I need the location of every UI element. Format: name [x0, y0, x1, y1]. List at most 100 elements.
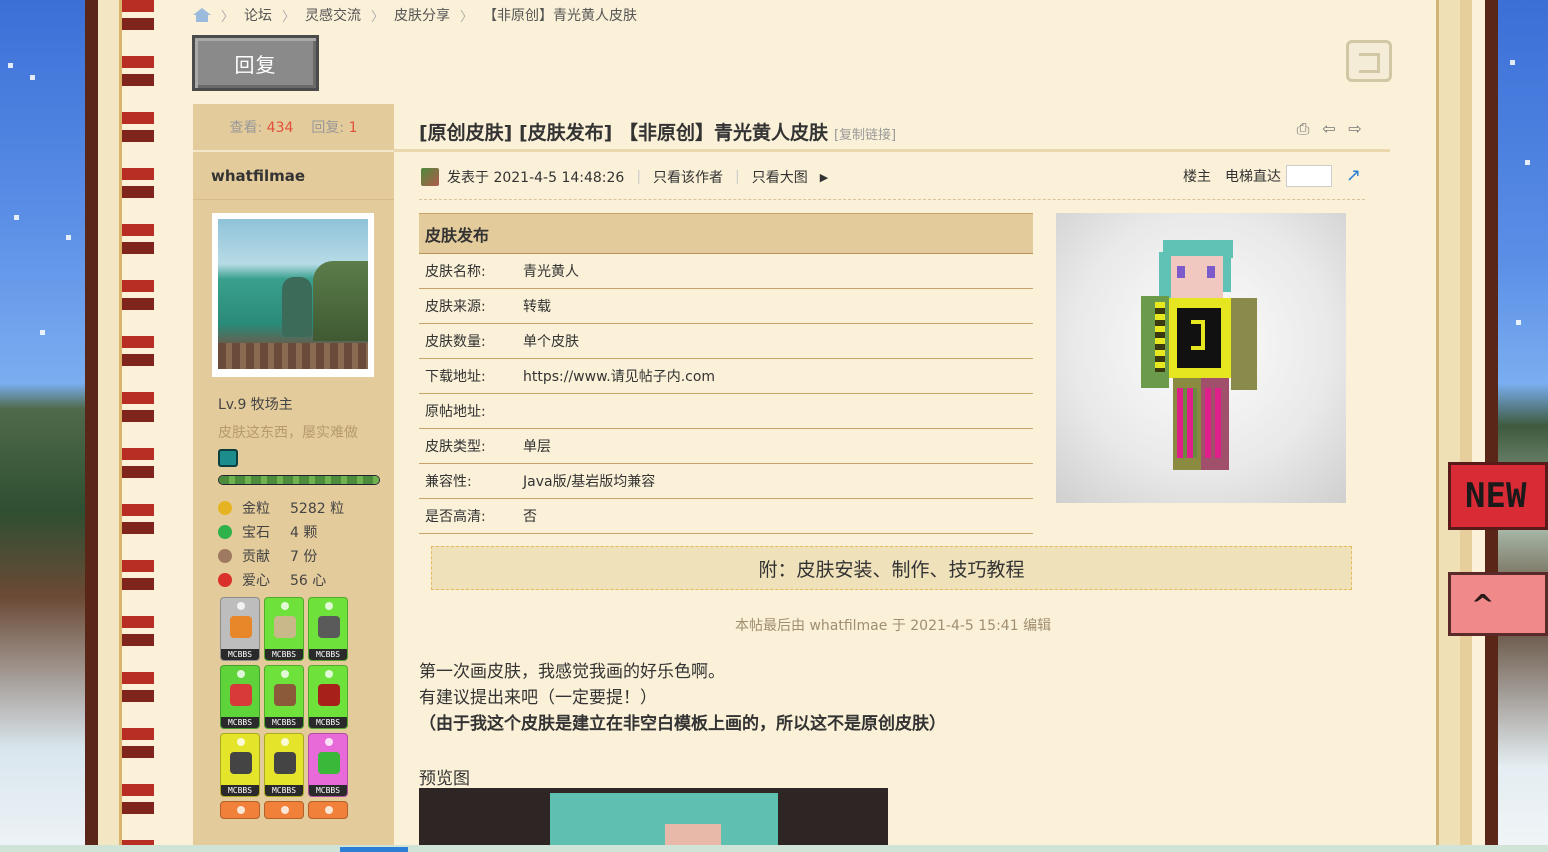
blaze-powder-medal-icon[interactable]: MCBBS — [220, 597, 260, 661]
skin-info-value: 否 — [523, 509, 537, 525]
skin-info-value[interactable]: https://www.请见帖子内.com — [523, 366, 715, 386]
right-binding — [1436, 0, 1460, 852]
online-status-icon — [421, 168, 439, 186]
iron-pickaxe-medal-icon[interactable]: MCBBS — [264, 733, 304, 797]
new-thread-button[interactable]: NEW — [1448, 462, 1548, 530]
reply-button[interactable]: 回复 — [192, 35, 319, 91]
title-toolbar: ⎙ ⇦ ⇨ — [1294, 120, 1364, 138]
book-medal-icon[interactable]: MCBBS — [264, 665, 304, 729]
user-properties: 金粒 5282 粒宝石 4 颗贡献 7 份爱心 56 心 — [218, 496, 388, 592]
skin-info-key: 皮肤数量: — [425, 334, 486, 350]
emerald-icon — [218, 525, 232, 539]
medal-tag: MCBBS — [265, 785, 303, 796]
breadcrumb-skin-share[interactable]: 皮肤分享 — [394, 5, 450, 25]
play-arrow-icon[interactable]: ▶ — [820, 171, 828, 184]
copy-link[interactable]: [复制链接] — [834, 124, 896, 143]
medal-icon[interactable] — [308, 801, 348, 819]
breadcrumb-separator: 〉 — [371, 9, 385, 25]
rank-icon — [218, 449, 238, 467]
medal-icon[interactable] — [264, 801, 304, 819]
skin-info-value: 青光黄人 — [523, 264, 579, 280]
jump-floor-input[interactable] — [1286, 165, 1332, 187]
snowflake — [1525, 160, 1530, 165]
tutorial-link[interactable]: 附：皮肤安装、制作、技巧教程 — [431, 546, 1352, 590]
user-level[interactable]: Lv.9 牧场主 — [218, 394, 293, 414]
property-label: 贡献 — [242, 549, 270, 565]
divider: | — [735, 169, 740, 185]
snowflake — [66, 235, 71, 240]
medal-icon[interactable] — [220, 801, 260, 819]
avatar[interactable] — [212, 213, 374, 377]
skin-info-key: 原帖地址: — [425, 404, 486, 420]
views-label: 查看: — [229, 120, 263, 136]
medal-tag: MCBBS — [309, 717, 347, 728]
breadcrumb-forum[interactable]: 论坛 — [244, 5, 272, 25]
property-value: 5282 粒 — [290, 501, 345, 517]
pickaxe-medal-icon[interactable]: MCBBS — [220, 733, 260, 797]
potion-medal-icon[interactable]: MCBBS — [220, 665, 260, 729]
map-medal-icon[interactable]: MCBBS — [264, 597, 304, 661]
body-line-bold: （由于我这个皮肤是建立在非空白模板上画的，所以这不是原创皮肤） — [419, 714, 946, 734]
background-left-scenery — [0, 0, 90, 852]
user-motto: 皮肤这东西，屡实难做 — [218, 425, 358, 441]
redstone-medal-icon[interactable]: MCBBS — [308, 665, 348, 729]
skin-info-key: 皮肤名称: — [425, 264, 486, 280]
medal-tag: MCBBS — [265, 649, 303, 660]
jump-to-floor-label[interactable]: 电梯直达 — [1225, 166, 1281, 186]
skin-info-row: 兼容性: Java版/基岩版均兼容 — [419, 464, 1033, 499]
home-icon[interactable] — [193, 8, 211, 22]
body-line: 第一次画皮肤，我感觉我画的好乐色啊。 — [419, 662, 725, 682]
skin-info-row: 原帖地址: — [419, 394, 1033, 429]
views-count: 434 — [266, 120, 294, 136]
scrollbar-thumb[interactable] — [340, 847, 408, 852]
floor-label: 楼主 — [1183, 169, 1211, 185]
only-images-link[interactable]: 只看大图 — [752, 167, 808, 187]
meta-divider — [419, 199, 1365, 200]
skin-render-image[interactable] — [1056, 213, 1346, 503]
skin-info-key: 皮肤类型: — [425, 439, 486, 455]
level-progress-fill — [219, 476, 379, 484]
apple-medal-icon[interactable]: MCBBS — [308, 733, 348, 797]
medal-tag: MCBBS — [265, 717, 303, 728]
breadcrumb-separator: 〉 — [282, 9, 296, 25]
skin-info-row: 皮肤数量: 单个皮肤 — [419, 324, 1033, 359]
breadcrumb-inspiration[interactable]: 灵感交流 — [305, 5, 361, 25]
post-body: 第一次画皮肤，我感觉我画的好乐色啊。 有建议提出来吧（一定要提！） （由于我这个… — [419, 659, 946, 737]
preview-image[interactable] — [419, 788, 888, 845]
property-value: 4 颗 — [290, 525, 318, 541]
skin-info-row: 是否高清: 否 — [419, 499, 1033, 534]
skin-info-row: 皮肤类型: 单层 — [419, 429, 1033, 464]
return-list-icon[interactable] — [1346, 40, 1392, 82]
edit-note: 本帖最后由 whatfilmae 于 2021-4-5 15:41 编辑 — [735, 618, 1052, 634]
snowflake — [14, 215, 19, 220]
jump-go-icon[interactable]: ↗ — [1346, 167, 1364, 185]
thread-title-text: [原创皮肤] [皮肤发布] 【非原创】青光黄人皮肤 — [419, 122, 828, 144]
medal-tag: MCBBS — [221, 785, 259, 796]
only-author-link[interactable]: 只看该作者 — [653, 167, 723, 187]
skin-info-key: 是否高清: — [425, 509, 486, 525]
snowflake — [1516, 320, 1521, 325]
medal-tag: MCBBS — [221, 717, 259, 728]
print-icon[interactable]: ⎙ — [1294, 120, 1312, 138]
breadcrumb-separator: 〉 — [221, 9, 235, 25]
skin-info-value: 单层 — [523, 439, 551, 455]
skin-info-row: 皮肤来源: 转载 — [419, 289, 1033, 324]
property-label: 金粒 — [242, 501, 270, 517]
skin-info-value: Java版/基岩版均兼容 — [523, 474, 656, 490]
thread-stats: 查看: 434 回复: 1 — [193, 104, 394, 152]
next-thread-icon[interactable]: ⇨ — [1346, 120, 1364, 138]
snowflake — [1510, 60, 1515, 65]
contribution-icon — [218, 549, 232, 563]
replies-stat: 回复: 1 — [311, 117, 357, 137]
author-username[interactable]: whatfilmae — [193, 152, 394, 200]
back-to-top-button[interactable]: ^ — [1448, 572, 1548, 636]
gold-nugget-icon — [218, 501, 232, 515]
anvil-medal-icon[interactable]: MCBBS — [308, 597, 348, 661]
left-ornament-border — [122, 0, 154, 852]
skin-info-key: 兼容性: — [425, 474, 472, 490]
prev-thread-icon[interactable]: ⇦ — [1320, 120, 1338, 138]
horizontal-scrollbar[interactable] — [0, 845, 1548, 852]
left-binding — [98, 0, 122, 852]
breadcrumb-current-thread[interactable]: 【非原创】青光黄人皮肤 — [483, 5, 637, 25]
medal-tag: MCBBS — [221, 649, 259, 660]
